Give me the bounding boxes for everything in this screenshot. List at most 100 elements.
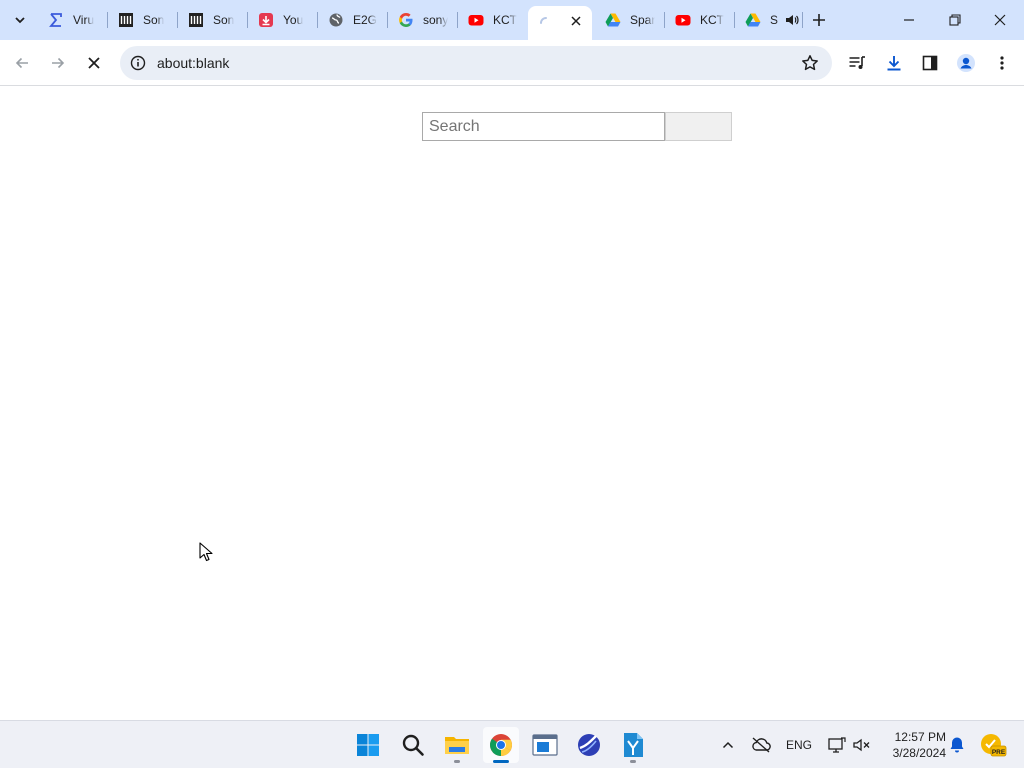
bell-icon	[950, 737, 964, 753]
stop-loading-button[interactable]	[80, 49, 108, 77]
tab[interactable]: You	[248, 6, 318, 34]
taskbar-search-button[interactable]	[395, 727, 431, 763]
globe-icon	[328, 12, 344, 28]
stop-x-icon	[88, 57, 100, 69]
tab[interactable]: S	[735, 6, 803, 34]
tab[interactable]: Son	[108, 6, 178, 34]
cloud-off-icon	[752, 737, 771, 753]
tab[interactable]: KCT	[665, 6, 735, 34]
globe-app-icon	[578, 734, 600, 756]
file-explorer-button[interactable]	[439, 727, 475, 763]
tab[interactable]: Spar	[595, 6, 665, 34]
download-red-icon	[258, 12, 274, 28]
start-button[interactable]	[350, 727, 386, 763]
side-panel-icon	[922, 55, 938, 71]
menu-button[interactable]	[988, 49, 1016, 77]
search-input[interactable]	[422, 112, 665, 141]
search-icon	[402, 734, 424, 756]
display-tray[interactable]	[826, 733, 848, 757]
library-icon	[188, 12, 204, 28]
arrow-right-icon	[52, 57, 65, 69]
forward-button[interactable]	[44, 49, 72, 77]
tab[interactable]: Viru	[38, 6, 108, 34]
tab-title: S	[770, 13, 779, 27]
chevron-down-icon	[15, 17, 25, 24]
close-window-button[interactable]	[988, 8, 1012, 32]
tab-search-button[interactable]	[8, 8, 32, 32]
mouse-cursor-icon	[199, 542, 213, 562]
show-hidden-icons-button[interactable]	[718, 733, 738, 757]
profile-button[interactable]	[952, 49, 980, 77]
google-drive-icon	[745, 12, 761, 28]
loading-spinner-icon	[538, 15, 554, 31]
chrome-icon	[490, 734, 512, 756]
tab-strip: Viru Son Son You E2G sony KCT Spar KCT S	[0, 0, 1024, 40]
browser-app-button[interactable]	[571, 727, 607, 763]
tab-separator	[802, 12, 803, 28]
google-drive-icon	[605, 12, 621, 28]
browser-toolbar: about:blank	[0, 40, 1024, 86]
tab-title: KCT	[493, 13, 517, 27]
media-controls-button[interactable]	[843, 49, 871, 77]
minimize-icon	[904, 19, 914, 21]
running-indicator	[454, 760, 460, 763]
youtube-icon	[468, 12, 484, 28]
badge-text: PRE	[992, 749, 1006, 756]
tab[interactable]: sony	[388, 6, 458, 34]
windows-logo-icon	[357, 734, 379, 756]
monitor-icon	[828, 737, 846, 753]
tab-title: sony	[423, 13, 449, 27]
plus-icon	[813, 14, 825, 26]
arrow-left-icon	[15, 57, 28, 69]
tab-title: You	[283, 13, 304, 27]
url-text[interactable]: about:blank	[157, 55, 229, 71]
avatar-icon	[957, 54, 975, 72]
search-button[interactable]	[665, 112, 732, 141]
google-icon	[398, 12, 414, 28]
tab[interactable]: KCT	[458, 6, 528, 34]
minimize-button[interactable]	[897, 8, 921, 32]
downloads-button[interactable]	[880, 49, 908, 77]
side-panel-button[interactable]	[916, 49, 944, 77]
sigma-icon	[48, 12, 64, 28]
speaker-icon[interactable]	[784, 12, 800, 28]
running-indicator	[630, 760, 636, 763]
restore-button[interactable]	[943, 8, 967, 32]
download-icon	[887, 56, 901, 71]
more-vertical-icon	[1000, 56, 1004, 70]
new-tab-button[interactable]	[808, 9, 830, 31]
tab[interactable]: Son	[178, 6, 248, 34]
taskbar-clock[interactable]: 12:57 PM 3/28/2024	[880, 729, 946, 761]
restore-icon	[949, 14, 961, 26]
window-app-icon	[532, 734, 558, 756]
tab-title: KCT	[700, 13, 724, 27]
chrome-button[interactable]	[483, 727, 519, 763]
tab-title: Spar	[630, 13, 656, 27]
tab[interactable]: E2G	[318, 6, 388, 34]
clock-time: 12:57 PM	[894, 730, 946, 744]
editor-app-icon	[624, 733, 643, 757]
running-indicator	[493, 760, 509, 763]
youtube-icon	[675, 12, 691, 28]
folder-icon	[445, 737, 469, 754]
preview-badge-tray[interactable]: PRE	[978, 730, 1008, 760]
bookmark-star-icon[interactable]	[800, 53, 820, 73]
close-icon	[994, 14, 1006, 26]
app-window-button[interactable]	[527, 727, 563, 763]
tab-active[interactable]	[528, 6, 592, 40]
cloud-sync-tray[interactable]	[749, 733, 773, 757]
address-bar[interactable]: about:blank	[120, 46, 832, 80]
close-tab-icon[interactable]	[568, 13, 584, 29]
tab-title: Son	[143, 13, 165, 27]
clock-date: 3/28/2024	[892, 746, 946, 760]
page-content	[0, 87, 1024, 720]
notifications-button[interactable]	[946, 733, 968, 757]
editor-app-button[interactable]	[615, 727, 651, 763]
library-icon	[118, 12, 134, 28]
chevron-up-icon	[722, 741, 734, 749]
tab-title: E2G	[353, 13, 378, 27]
volume-tray[interactable]	[851, 733, 873, 757]
back-button[interactable]	[8, 49, 36, 77]
site-info-icon[interactable]	[128, 53, 148, 73]
language-indicator[interactable]: ENG	[784, 733, 814, 757]
